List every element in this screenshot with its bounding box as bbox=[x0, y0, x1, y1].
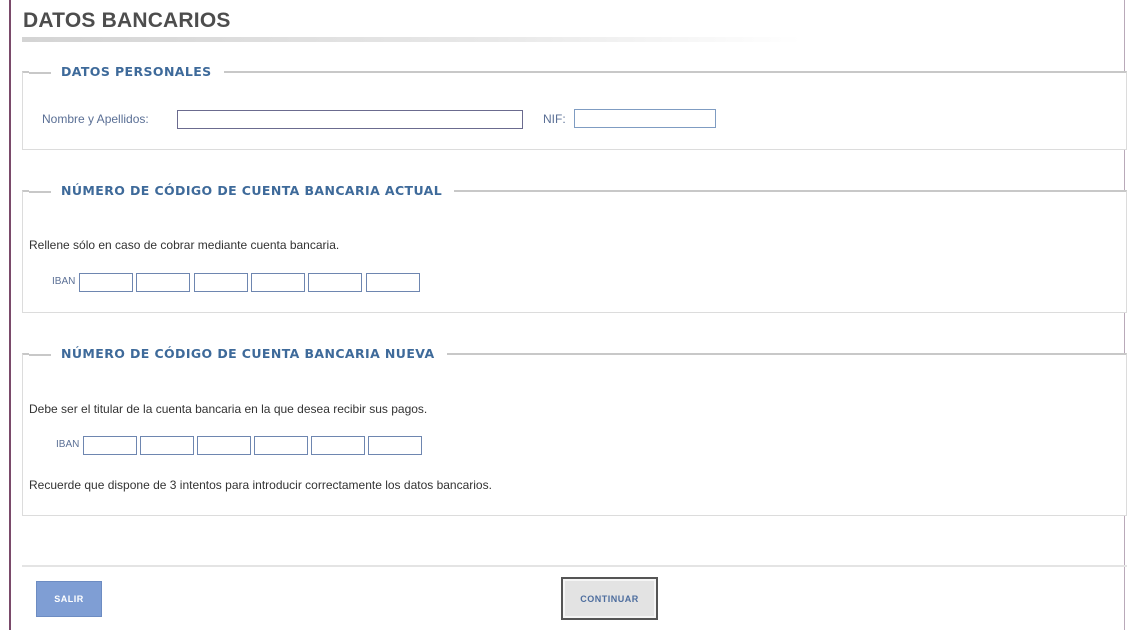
new-iban-field-6[interactable] bbox=[368, 436, 422, 455]
continue-button[interactable]: CONTINUAR bbox=[561, 577, 658, 620]
current-iban-label: IBAN bbox=[52, 276, 76, 287]
name-label: Nombre y Apellidos: bbox=[42, 112, 149, 126]
current-iban-field-5[interactable] bbox=[308, 273, 362, 292]
current-account-note: Rellene sólo en caso de cobrar mediante … bbox=[29, 238, 340, 252]
new-iban-label: IBAN bbox=[56, 439, 80, 450]
current-iban-field-4[interactable] bbox=[251, 273, 305, 292]
personal-data-section: DATOS PERSONALES bbox=[22, 64, 1127, 150]
new-iban-field-5[interactable] bbox=[311, 436, 365, 455]
continue-button-label: CONTINUAR bbox=[580, 593, 639, 604]
footer-divider bbox=[22, 565, 1127, 567]
current-iban-field-3[interactable] bbox=[194, 273, 248, 292]
nif-input[interactable] bbox=[574, 109, 716, 128]
nif-label: NIF: bbox=[543, 112, 566, 126]
new-iban-field-3[interactable] bbox=[197, 436, 251, 455]
current-iban-field-6[interactable] bbox=[366, 273, 420, 292]
new-iban-field-4[interactable] bbox=[254, 436, 308, 455]
exit-button-label: SALIR bbox=[54, 594, 84, 604]
personal-data-legend: DATOS PERSONALES bbox=[29, 64, 224, 79]
attempts-reminder: Recuerde que dispone de 3 intentos para … bbox=[29, 478, 492, 492]
page-title: DATOS BANCARIOS bbox=[23, 9, 231, 32]
title-underline bbox=[22, 37, 802, 42]
name-input[interactable] bbox=[177, 110, 523, 129]
current-iban-field-2[interactable] bbox=[136, 273, 190, 292]
new-iban-field-1[interactable] bbox=[83, 436, 137, 455]
current-account-legend: NÚMERO DE CÓDIGO DE CUENTA BANCARIA ACTU… bbox=[29, 183, 454, 198]
new-account-note: Debe ser el titular de la cuenta bancari… bbox=[29, 402, 428, 416]
new-account-legend: NÚMERO DE CÓDIGO DE CUENTA BANCARIA NUEV… bbox=[29, 346, 447, 361]
current-iban-field-1[interactable] bbox=[79, 273, 133, 292]
new-iban-field-2[interactable] bbox=[140, 436, 194, 455]
exit-button[interactable]: SALIR bbox=[36, 581, 102, 617]
